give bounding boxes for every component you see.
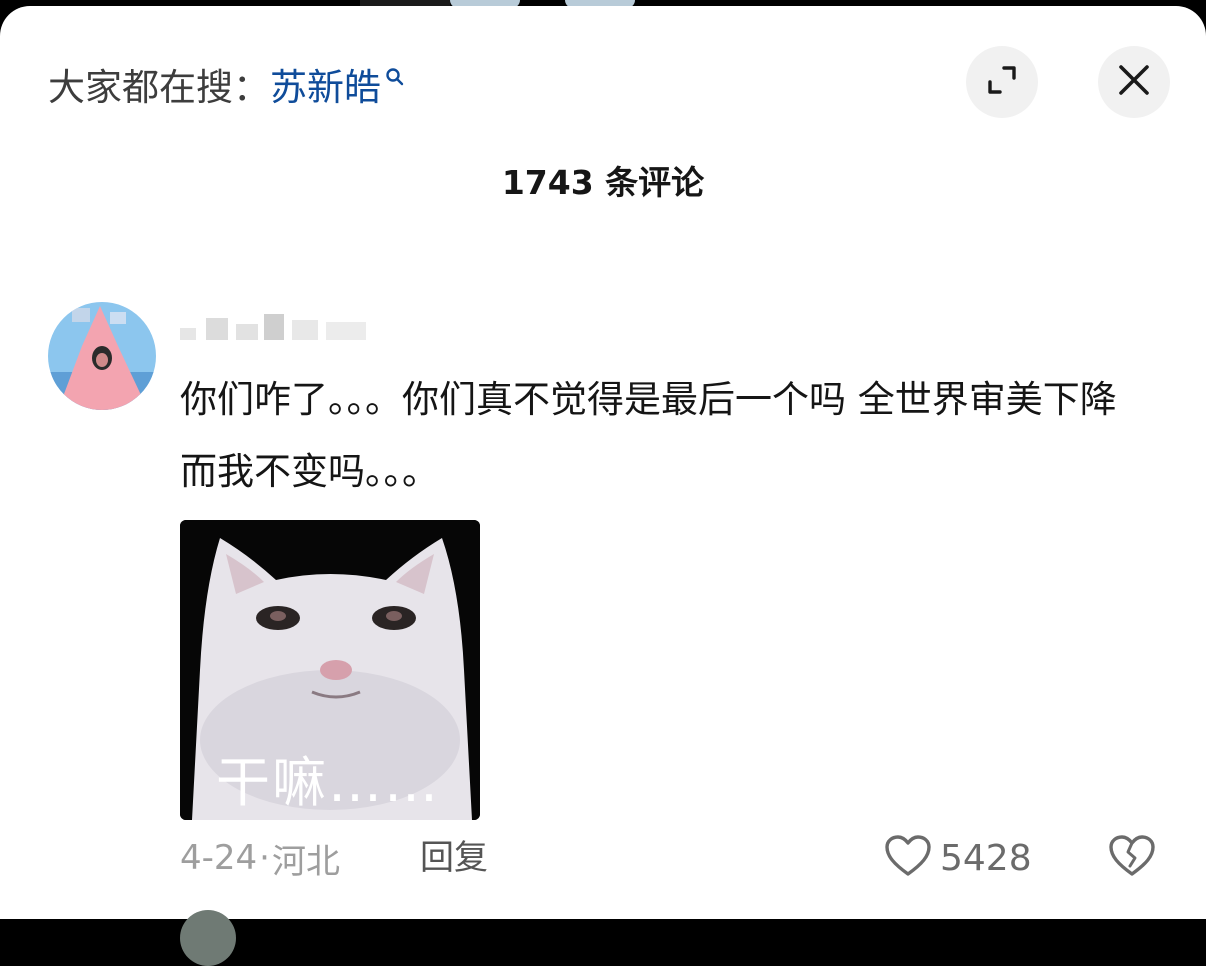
expand-button[interactable] <box>966 46 1038 118</box>
close-icon <box>1117 63 1151 101</box>
reply-button[interactable]: 回复 <box>420 832 488 884</box>
expand-icon <box>984 62 1020 102</box>
close-button[interactable] <box>1098 46 1170 118</box>
heart-outline-icon <box>884 834 932 882</box>
search-icon <box>385 53 405 96</box>
username-obscured <box>180 314 366 340</box>
comment-sticker[interactable]: 干嘛…… <box>180 520 480 820</box>
broken-heart-icon <box>1108 834 1156 882</box>
search-keyword[interactable]: 苏新皓 <box>270 57 381 111</box>
comment-count-title: 1743 条评论 <box>501 163 705 202</box>
comments-sheet: 大家都在搜： 苏新皓 1743 条评论 你们咋了。。。你们真不觉得是最后一个吗 … <box>0 6 1206 966</box>
search-hint-prefix: 大家都在搜： <box>48 66 270 109</box>
sticker-caption: 干嘛…… <box>216 751 440 814</box>
meta-separator: · <box>259 838 270 878</box>
comment-location: 河北 <box>271 841 340 882</box>
dislike-button[interactable] <box>1104 830 1160 886</box>
comment-date: 4-24 <box>180 838 258 878</box>
avatar[interactable] <box>48 302 156 410</box>
comment-meta: 4-24 · 河北 <box>180 832 340 884</box>
avatar-patrick-star <box>48 302 156 410</box>
like-button[interactable]: 5428 <box>884 830 1032 886</box>
next-comment-avatar[interactable] <box>180 910 236 966</box>
comment-text: 你们咋了。。。你们真不觉得是最后一个吗 全世界审美下降而我不变吗。。。 <box>180 378 1117 493</box>
trending-search-hint[interactable]: 大家都在搜： 苏新皓 <box>48 58 405 110</box>
like-count: 5428 <box>940 837 1032 879</box>
username[interactable] <box>180 302 380 346</box>
